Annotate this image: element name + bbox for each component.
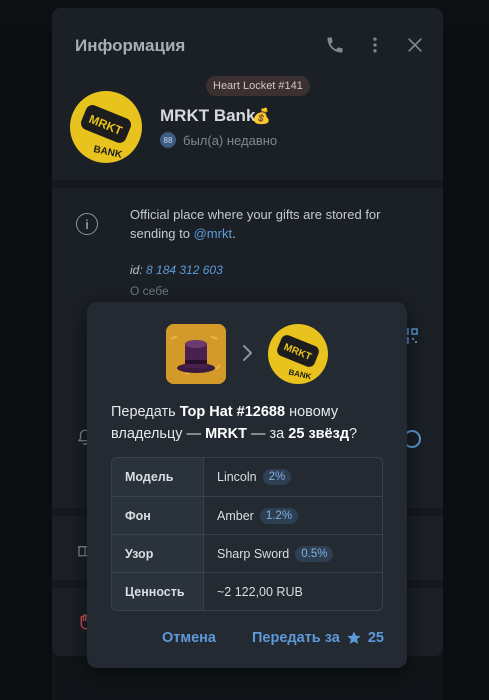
- attribute-value: Lincoln 2%: [204, 458, 382, 496]
- money-bag-icon: 💰: [252, 108, 271, 125]
- svg-text:BANK: BANK: [92, 144, 123, 161]
- more-vert-icon[interactable]: [364, 34, 386, 56]
- bio-link[interactable]: @mrkt: [194, 226, 232, 241]
- attribute-value: Sharp Sword 0.5%: [204, 535, 382, 572]
- rarity-badge: 2%: [262, 469, 292, 485]
- attribute-key: Фон: [112, 497, 204, 534]
- attribute-value: ~2 122,00 RUB: [217, 584, 303, 599]
- dimmed-left-area: [0, 30, 52, 700]
- panel-title: Информация: [75, 36, 186, 55]
- section-divider: [52, 180, 443, 188]
- close-icon[interactable]: [404, 34, 426, 56]
- table-row: Фон Amber 1.2%: [112, 496, 382, 534]
- user-id: id: 8 184 312 603: [130, 263, 223, 277]
- transfer-gift-dialog: MRKT BANK Передать Top Hat #12688 новому…: [87, 302, 407, 668]
- avatar[interactable]: MRKT BANK: [70, 91, 142, 163]
- transfer-button[interactable]: Передать за 25: [252, 630, 384, 646]
- svg-text:BANK: BANK: [288, 368, 313, 382]
- gift-attributes-table: Модель Lincoln 2% Фон Amber 1.2% Узор Shar…: [111, 457, 383, 611]
- table-row: Ценность ~2 122,00 RUB: [112, 572, 382, 610]
- recipient-avatar: MRKT BANK: [268, 324, 328, 384]
- chevron-right-icon: [241, 342, 255, 364]
- cancel-button[interactable]: Отмена: [162, 630, 216, 646]
- table-row: Узор Sharp Sword 0.5%: [112, 534, 382, 572]
- table-row: Модель Lincoln 2%: [112, 458, 382, 496]
- rarity-badge: 0.5%: [295, 545, 334, 562]
- star-icon: [347, 631, 361, 644]
- panel-header: Информация: [52, 8, 443, 80]
- phone-icon[interactable]: [324, 34, 346, 56]
- transfer-confirmation-text: Передать Top Hat #12688 новому владельцу…: [111, 404, 358, 442]
- level-badge[interactable]: 88: [160, 132, 176, 148]
- info-icon: i: [76, 213, 98, 235]
- gift-badge[interactable]: Heart Locket #141: [206, 76, 310, 96]
- attribute-key: Узор: [112, 535, 204, 572]
- about-label: О себе: [130, 284, 169, 298]
- attribute-key: Модель: [112, 458, 204, 496]
- profile-name: MRKT Bank: [160, 106, 256, 125]
- dimmed-right-area: [443, 30, 489, 700]
- profile-status: 88 был(а) недавно: [160, 132, 277, 148]
- rarity-badge: 1.2%: [259, 507, 299, 524]
- bio-text: Official place where your gifts are stor…: [130, 207, 381, 241]
- last-seen-text: был(а) недавно: [183, 132, 278, 148]
- attribute-key: Ценность: [112, 573, 204, 610]
- gift-image: [166, 324, 226, 384]
- attribute-value: Amber 1.2%: [204, 497, 382, 534]
